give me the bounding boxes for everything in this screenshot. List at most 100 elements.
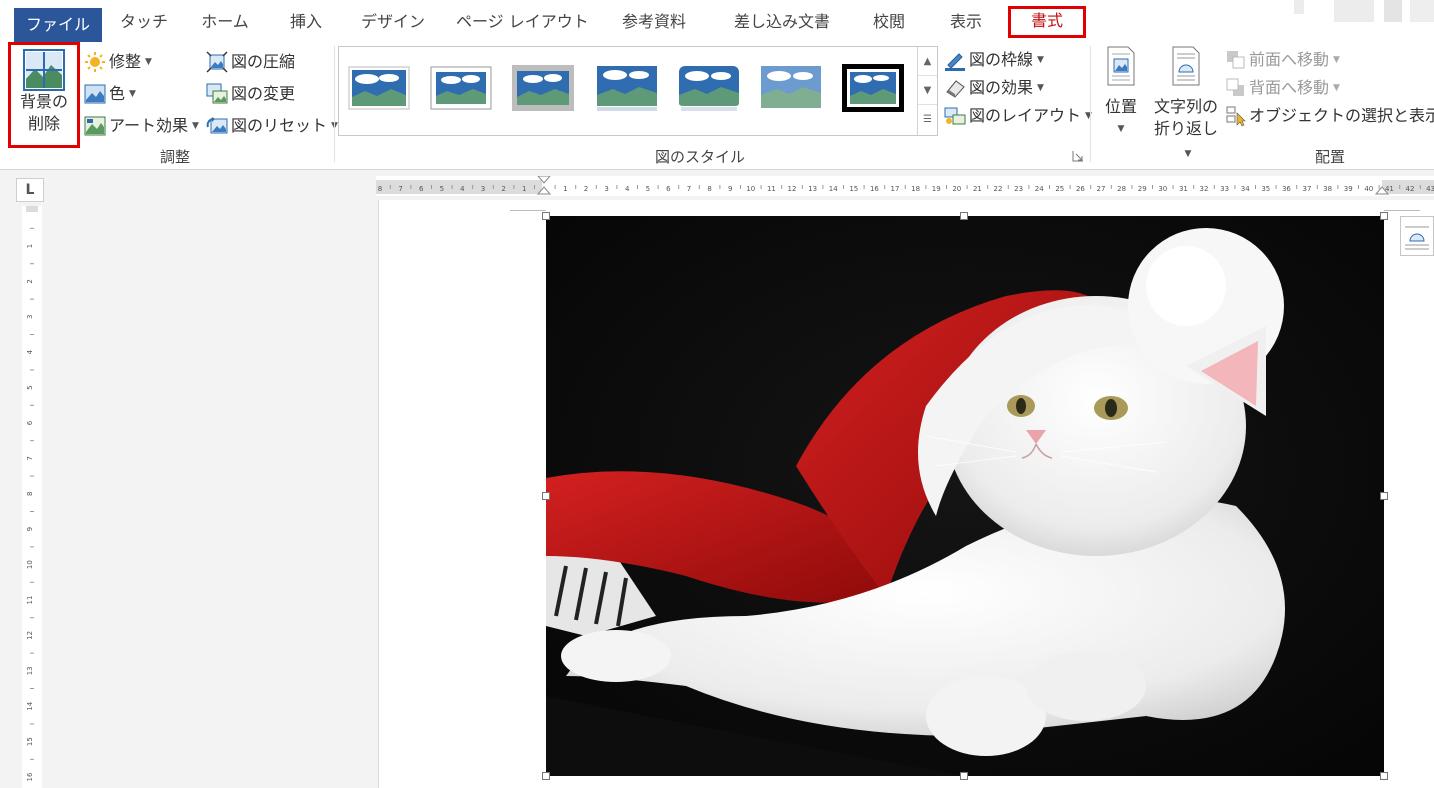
horizontal-ruler[interactable]: 8 7 6 5 4 3 2 1 1 2 3 4 5 6 7 8 9 10 11 12 13 14 15 16 17 18 19 20 2… [376,176,1434,196]
resize-handle[interactable] [1380,212,1388,220]
ruler-tick-label: 8 [707,185,711,193]
ruler-tick-label: 4 [460,185,465,193]
ruler-tick-label: 7 [26,456,34,460]
ruler-tick-label: 9 [728,185,732,193]
tab-selector[interactable]: L [16,178,44,202]
corrections-button[interactable]: 修整 ▼ [84,48,152,76]
picture-style-thumb[interactable] [677,63,741,113]
position-icon [1107,46,1135,86]
ruler-tick-label: 18 [911,185,920,193]
ruler-tick-label: 13 [26,666,34,675]
reset-picture-button[interactable]: 図のリセット▼ [206,112,338,140]
picture-layout-label: 図のレイアウト [969,106,1082,125]
compress-icon [206,51,228,73]
gallery-scroll: ▲ ▼ ☰ [917,47,937,135]
ruler-tick-label: 3 [604,185,608,193]
change-picture-button[interactable]: 図の変更 [206,80,295,108]
resize-handle[interactable] [542,212,550,220]
selection-pane-button[interactable]: オブジェクトの選択と表示 [1226,102,1434,130]
ruler-tick-label: 16 [26,772,34,781]
resize-handle[interactable] [542,772,550,780]
picture-style-thumb[interactable] [429,63,493,113]
pen-icon [945,53,965,71]
ruler-tick-label: 42 [1406,185,1415,193]
ruler-tick-label: 6 [26,420,34,425]
wrap-text-label-2-text: 折り返し [1153,119,1218,138]
gallery-more-icon[interactable]: ☰ [918,105,937,134]
tab-design[interactable]: デザイン [360,6,426,38]
ruler-tick-label: 2 [501,185,505,193]
tab-mailings[interactable]: 差し込み文書 [726,6,838,38]
ruler-tick-label: 39 [1344,185,1353,193]
ruler-tick-label: 16 [870,185,879,193]
tab-home[interactable]: ホーム [196,6,254,38]
ruler-tick-label: 24 [1035,185,1044,193]
ruler-tick-label: 5 [26,385,34,389]
ruler-tick-label: 4 [26,349,34,354]
resize-handle[interactable] [542,492,550,500]
ruler-tick-label: 14 [829,185,838,193]
resize-handle[interactable] [960,772,968,780]
picture-effects-button[interactable]: 図の効果 ▼ [944,74,1044,102]
ruler-tick-label: 37 [1303,185,1312,193]
send-backward-label: 背面へ移動 [1249,78,1330,97]
picture-effects-icon [946,80,965,98]
ruler-tick-label: 5 [646,185,650,193]
layout-options-icon [1405,226,1429,250]
artistic-effects-button[interactable]: アート効果 ▼ [84,112,199,140]
color-label: 色 [109,84,126,103]
wrap-text-button[interactable]: 文字列の 折り返し ▼ [1150,46,1222,165]
color-button[interactable]: 色 ▼ [84,80,136,108]
bring-forward-icon [1227,51,1245,69]
tab-view[interactable]: 表示 [942,6,990,38]
compress-pictures-button[interactable]: 図の圧縮 [206,48,295,76]
chevron-down-icon: ▼ [145,57,152,67]
chevron-down-icon: ▼ [1184,149,1192,159]
tab-format[interactable]: 書式 [1008,6,1086,38]
tab-review[interactable]: 校閲 [866,6,912,38]
picture-border-button[interactable]: 図の枠線 ▼ [944,46,1044,74]
ruler-tick-label: 28 [1117,185,1126,193]
ruler-tick-label: 25 [1055,185,1064,193]
dialog-launcher-icon[interactable] [1072,150,1084,162]
arrange-group-label: 配置 [1314,148,1345,166]
layout-options-button[interactable] [1400,216,1434,256]
ruler-tick-label: 8 [26,492,34,496]
send-backward-button[interactable]: 背面へ移動 ▼ [1226,74,1340,102]
bring-forward-button[interactable]: 前面へ移動 ▼ [1226,46,1340,74]
gallery-scroll-up-icon[interactable]: ▲ [918,47,937,76]
ruler-tick-label: 10 [746,185,755,193]
chevron-down-icon: ▼ [1333,55,1340,65]
tab-insert[interactable]: 挿入 [282,6,330,38]
picture-layout-button[interactable]: 図のレイアウト ▼ [944,102,1092,130]
tab-references[interactable]: 参考資料 [614,6,694,38]
ruler-tick-label: 19 [932,185,941,193]
position-button[interactable]: 位置 ▼ [1098,46,1144,140]
tab-file[interactable]: ファイル [14,8,102,42]
adjust-group-label: 調整 [159,148,190,166]
ribbon: 背景の 削除 修整 ▼ 色 ▼ アート効果 ▼ 図の圧縮 図の変更 図のリセット… [0,42,1434,170]
picture-color-icon [84,84,106,104]
resize-handle[interactable] [960,212,968,220]
reset-picture-label: 図のリセット [231,116,328,135]
ruler-tick-label: 3 [481,185,485,193]
gallery-scroll-down-icon[interactable]: ▼ [918,76,937,105]
ruler-tick-label: 31 [1179,185,1188,193]
vertical-ruler[interactable]: 12345678910111213141516 [22,206,42,788]
picture-style-thumb[interactable] [347,63,411,113]
change-picture-label: 図の変更 [231,84,296,103]
picture-style-thumb[interactable] [841,63,905,113]
remove-background-label-1: 背景の [19,92,68,111]
tab-touch[interactable]: タッチ [118,6,170,38]
ruler-tick-label: 8 [378,185,382,193]
chevron-down-icon: ▼ [192,121,199,131]
tab-page-layout[interactable]: ページ レイアウト [456,6,589,38]
bring-forward-label: 前面へ移動 [1249,50,1330,69]
cat-picture[interactable] [546,216,1384,776]
resize-handle[interactable] [1380,772,1388,780]
picture-style-thumb[interactable] [511,63,575,113]
resize-handle[interactable] [1380,492,1388,500]
remove-background-button[interactable]: 背景の 削除 [8,42,80,148]
picture-style-thumb[interactable] [759,63,823,113]
picture-style-thumb[interactable] [595,63,659,113]
